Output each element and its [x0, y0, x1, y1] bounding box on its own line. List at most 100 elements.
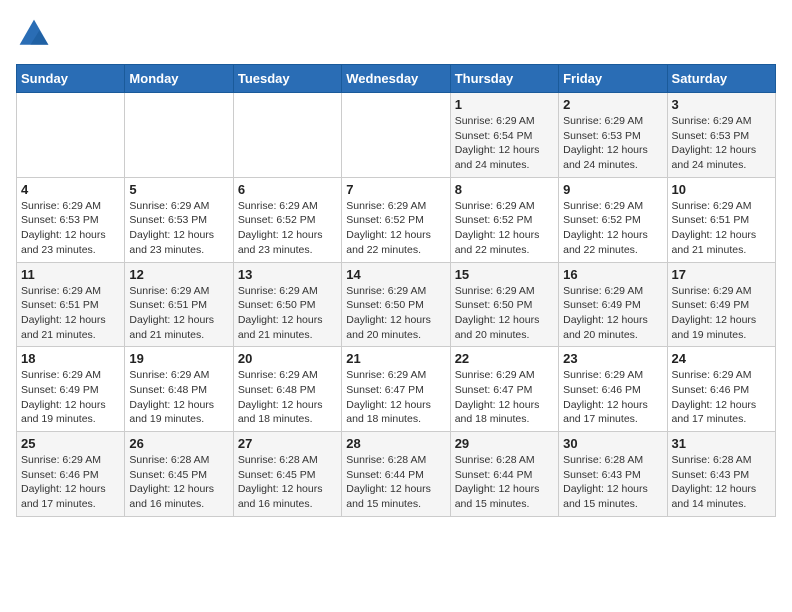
- day-cell: [233, 93, 341, 178]
- day-number: 8: [455, 182, 554, 197]
- day-number: 28: [346, 436, 445, 451]
- day-number: 23: [563, 351, 662, 366]
- day-number: 9: [563, 182, 662, 197]
- day-number: 10: [672, 182, 771, 197]
- day-info: Sunrise: 6:28 AMSunset: 6:45 PMDaylight:…: [238, 453, 337, 512]
- day-info: Sunrise: 6:29 AMSunset: 6:50 PMDaylight:…: [455, 284, 554, 343]
- day-cell: 14 Sunrise: 6:29 AMSunset: 6:50 PMDayligh…: [342, 262, 450, 347]
- day-cell: 3Sunrise: 6:29 AMSunset: 6:53 PMDaylight…: [667, 93, 775, 178]
- day-number: 31: [672, 436, 771, 451]
- day-cell: 17 Sunrise: 6:29 AMSunset: 6:49 PMDayligh…: [667, 262, 775, 347]
- day-info: Sunrise: 6:29 AMSunset: 6:50 PMDaylight:…: [346, 284, 445, 343]
- day-info: Sunrise: 6:29 AMSunset: 6:53 PMDaylight:…: [129, 199, 228, 258]
- day-cell: 7 Sunrise: 6:29 AMSunset: 6:52 PMDaylight…: [342, 177, 450, 262]
- day-number: 13: [238, 267, 337, 282]
- day-info: Sunrise: 6:28 AMSunset: 6:45 PMDaylight:…: [129, 453, 228, 512]
- day-info: Sunrise: 6:29 AMSunset: 6:48 PMDaylight:…: [238, 368, 337, 427]
- day-info: Sunrise: 6:29 AMSunset: 6:49 PMDaylight:…: [21, 368, 120, 427]
- day-number: 1: [455, 97, 554, 112]
- day-number: 30: [563, 436, 662, 451]
- week-row-3: 18 Sunrise: 6:29 AMSunset: 6:49 PMDayligh…: [17, 347, 776, 432]
- header-saturday: Saturday: [667, 65, 775, 93]
- day-info: Sunrise: 6:29 AMSunset: 6:52 PMDaylight:…: [238, 199, 337, 258]
- logo-icon: [16, 16, 52, 52]
- day-info: Sunrise: 6:29 AMSunset: 6:48 PMDaylight:…: [129, 368, 228, 427]
- day-cell: 10 Sunrise: 6:29 AMSunset: 6:51 PMDayligh…: [667, 177, 775, 262]
- day-number: 17: [672, 267, 771, 282]
- day-info: Sunrise: 6:29 AMSunset: 6:51 PMDaylight:…: [21, 284, 120, 343]
- day-cell: 25 Sunrise: 6:29 AMSunset: 6:46 PMDayligh…: [17, 432, 125, 517]
- day-cell: 6 Sunrise: 6:29 AMSunset: 6:52 PMDaylight…: [233, 177, 341, 262]
- day-info: Sunrise: 6:29 AMSunset: 6:46 PMDaylight:…: [672, 368, 771, 427]
- day-number: 15: [455, 267, 554, 282]
- day-number: 21: [346, 351, 445, 366]
- day-number: 16: [563, 267, 662, 282]
- logo: [16, 16, 58, 52]
- day-info: Sunrise: 6:29 AMSunset: 6:54 PMDaylight:…: [455, 114, 554, 173]
- day-cell: 28Sunrise: 6:28 AMSunset: 6:44 PMDayligh…: [342, 432, 450, 517]
- day-cell: 24Sunrise: 6:29 AMSunset: 6:46 PMDayligh…: [667, 347, 775, 432]
- calendar-table: SundayMondayTuesdayWednesdayThursdayFrid…: [16, 64, 776, 517]
- day-info: Sunrise: 6:29 AMSunset: 6:49 PMDaylight:…: [672, 284, 771, 343]
- week-row-2: 11 Sunrise: 6:29 AMSunset: 6:51 PMDayligh…: [17, 262, 776, 347]
- day-info: Sunrise: 6:29 AMSunset: 6:52 PMDaylight:…: [563, 199, 662, 258]
- day-cell: 29Sunrise: 6:28 AMSunset: 6:44 PMDayligh…: [450, 432, 558, 517]
- day-info: Sunrise: 6:28 AMSunset: 6:43 PMDaylight:…: [672, 453, 771, 512]
- day-info: Sunrise: 6:28 AMSunset: 6:43 PMDaylight:…: [563, 453, 662, 512]
- day-number: 3: [672, 97, 771, 112]
- header-friday: Friday: [559, 65, 667, 93]
- day-cell: 23 Sunrise: 6:29 AMSunset: 6:46 PMDayligh…: [559, 347, 667, 432]
- week-row-1: 4 Sunrise: 6:29 AMSunset: 6:53 PMDaylight…: [17, 177, 776, 262]
- day-info: Sunrise: 6:29 AMSunset: 6:47 PMDaylight:…: [455, 368, 554, 427]
- day-cell: 31 Sunrise: 6:28 AMSunset: 6:43 PMDayligh…: [667, 432, 775, 517]
- day-number: 22: [455, 351, 554, 366]
- day-number: 29: [455, 436, 554, 451]
- day-number: 20: [238, 351, 337, 366]
- day-number: 11: [21, 267, 120, 282]
- day-info: Sunrise: 6:29 AMSunset: 6:51 PMDaylight:…: [129, 284, 228, 343]
- day-info: Sunrise: 6:29 AMSunset: 6:53 PMDaylight:…: [21, 199, 120, 258]
- day-cell: 26 Sunrise: 6:28 AMSunset: 6:45 PMDayligh…: [125, 432, 233, 517]
- header-sunday: Sunday: [17, 65, 125, 93]
- day-info: Sunrise: 6:29 AMSunset: 6:46 PMDaylight:…: [21, 453, 120, 512]
- day-number: 4: [21, 182, 120, 197]
- day-cell: 20 Sunrise: 6:29 AMSunset: 6:48 PMDayligh…: [233, 347, 341, 432]
- day-cell: 1 Sunrise: 6:29 AMSunset: 6:54 PMDaylight…: [450, 93, 558, 178]
- day-info: Sunrise: 6:29 AMSunset: 6:46 PMDaylight:…: [563, 368, 662, 427]
- week-row-4: 25 Sunrise: 6:29 AMSunset: 6:46 PMDayligh…: [17, 432, 776, 517]
- day-cell: 9 Sunrise: 6:29 AMSunset: 6:52 PMDaylight…: [559, 177, 667, 262]
- day-cell: [17, 93, 125, 178]
- header-wednesday: Wednesday: [342, 65, 450, 93]
- day-cell: 2Sunrise: 6:29 AMSunset: 6:53 PMDaylight…: [559, 93, 667, 178]
- day-cell: 21 Sunrise: 6:29 AMSunset: 6:47 PMDayligh…: [342, 347, 450, 432]
- day-cell: 4 Sunrise: 6:29 AMSunset: 6:53 PMDaylight…: [17, 177, 125, 262]
- day-info: Sunrise: 6:29 AMSunset: 6:47 PMDaylight:…: [346, 368, 445, 427]
- day-number: 6: [238, 182, 337, 197]
- page-header: [16, 16, 776, 52]
- day-number: 7: [346, 182, 445, 197]
- day-cell: 5 Sunrise: 6:29 AMSunset: 6:53 PMDaylight…: [125, 177, 233, 262]
- day-info: Sunrise: 6:29 AMSunset: 6:53 PMDaylight:…: [563, 114, 662, 173]
- day-cell: 11 Sunrise: 6:29 AMSunset: 6:51 PMDayligh…: [17, 262, 125, 347]
- day-cell: 19Sunrise: 6:29 AMSunset: 6:48 PMDayligh…: [125, 347, 233, 432]
- day-number: 26: [129, 436, 228, 451]
- day-number: 5: [129, 182, 228, 197]
- day-number: 25: [21, 436, 120, 451]
- day-cell: [125, 93, 233, 178]
- day-info: Sunrise: 6:29 AMSunset: 6:52 PMDaylight:…: [455, 199, 554, 258]
- day-cell: 15 Sunrise: 6:29 AMSunset: 6:50 PMDayligh…: [450, 262, 558, 347]
- calendar-header: SundayMondayTuesdayWednesdayThursdayFrid…: [17, 65, 776, 93]
- day-info: Sunrise: 6:29 AMSunset: 6:51 PMDaylight:…: [672, 199, 771, 258]
- day-info: Sunrise: 6:29 AMSunset: 6:50 PMDaylight:…: [238, 284, 337, 343]
- day-number: 27: [238, 436, 337, 451]
- day-info: Sunrise: 6:29 AMSunset: 6:52 PMDaylight:…: [346, 199, 445, 258]
- header-row: SundayMondayTuesdayWednesdayThursdayFrid…: [17, 65, 776, 93]
- day-number: 18: [21, 351, 120, 366]
- day-cell: 27 Sunrise: 6:28 AMSunset: 6:45 PMDayligh…: [233, 432, 341, 517]
- day-number: 14: [346, 267, 445, 282]
- week-row-0: 1 Sunrise: 6:29 AMSunset: 6:54 PMDaylight…: [17, 93, 776, 178]
- day-cell: 18 Sunrise: 6:29 AMSunset: 6:49 PMDayligh…: [17, 347, 125, 432]
- day-cell: 12Sunrise: 6:29 AMSunset: 6:51 PMDayligh…: [125, 262, 233, 347]
- day-info: Sunrise: 6:29 AMSunset: 6:49 PMDaylight:…: [563, 284, 662, 343]
- header-thursday: Thursday: [450, 65, 558, 93]
